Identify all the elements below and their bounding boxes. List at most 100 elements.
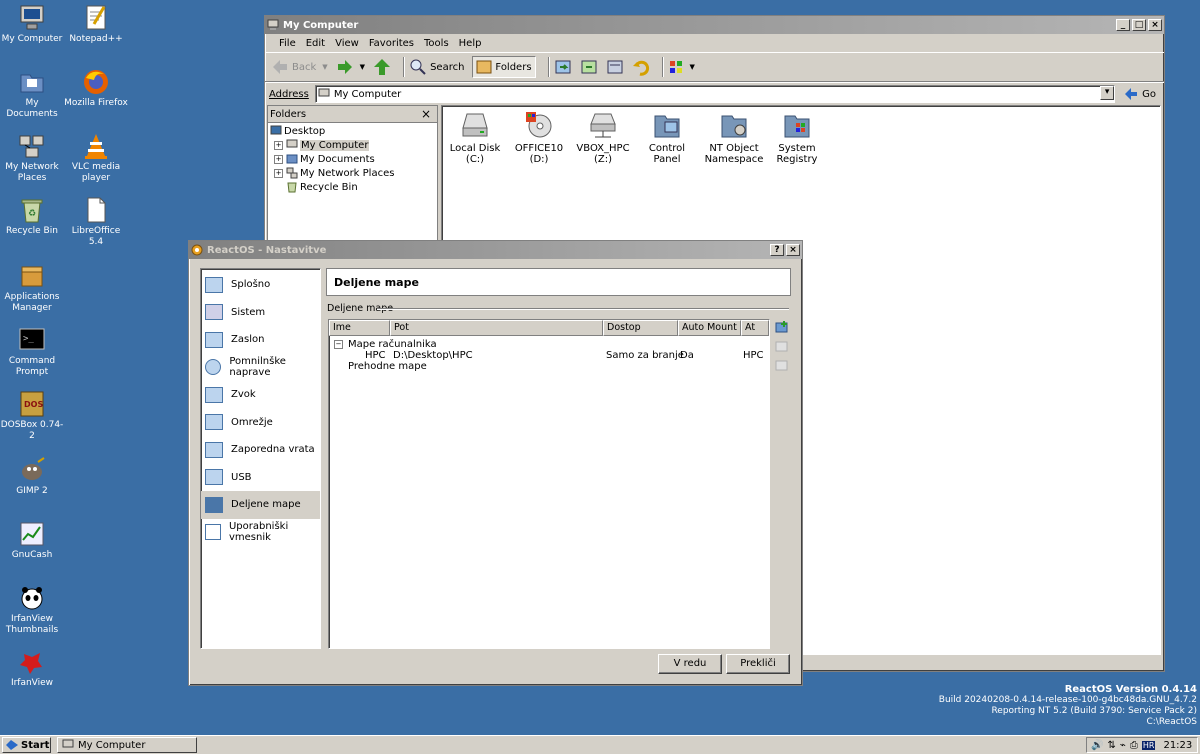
usb-icon[interactable]: ⌁ <box>1120 740 1126 751</box>
desktop-icon-irfanview[interactable]: IrfanView <box>0 648 64 689</box>
menu-tools[interactable]: Tools <box>424 38 449 49</box>
undo-button[interactable] <box>632 58 650 76</box>
taskbar-button-my-computer[interactable]: My Computer <box>57 737 197 753</box>
computer-icon <box>286 139 298 148</box>
folder-tree-item[interactable]: + My Documents <box>274 153 375 165</box>
row-access: Samo za branje <box>606 350 684 361</box>
nav-item-display[interactable]: Zaslon <box>201 326 320 354</box>
nav-item-storage[interactable]: Pomnilnške naprave <box>201 354 320 382</box>
desktop-icon-network[interactable]: My Network Places <box>0 132 64 184</box>
help-button[interactable]: ? <box>770 244 784 256</box>
folders-button[interactable]: Folders <box>472 56 536 78</box>
undo-icon <box>632 60 649 76</box>
nav-item-general[interactable]: Splošno <box>201 271 320 299</box>
column-header-access[interactable]: Dostop <box>603 320 678 336</box>
usb-icon <box>205 469 223 486</box>
desktop-icon-label: Recycle Bin <box>6 226 58 236</box>
shared-folders-list: Ime Pot Dostop Auto Mount At − Mape raču… <box>328 319 770 649</box>
volume-icon[interactable]: 🔊 <box>1091 740 1103 751</box>
nav-item-system[interactable]: Sistem <box>201 299 320 327</box>
menu-file[interactable]: File <box>279 38 296 49</box>
menu-edit[interactable]: Edit <box>306 38 325 49</box>
nav-item-serial-ports[interactable]: Zaporedna vrata <box>201 436 320 464</box>
column-header-auto-mount[interactable]: Auto Mount <box>678 320 741 336</box>
desktop-icon-label: GIMP 2 <box>16 486 48 496</box>
tree-group-machine[interactable]: − Mape računalnika <box>334 339 437 350</box>
start-button[interactable]: Start <box>2 737 51 753</box>
network-icon[interactable]: ⇅ <box>1107 740 1115 751</box>
up-button[interactable] <box>373 58 391 76</box>
desktop-icon-applications-manager[interactable]: Applications Manager <box>0 262 64 314</box>
column-header-at[interactable]: At <box>741 320 769 336</box>
menu-view[interactable]: View <box>335 38 359 49</box>
move-to-button[interactable] <box>554 58 572 76</box>
folder-item[interactable]: Control Panel <box>638 110 696 165</box>
folder-tree-item[interactable]: Desktop <box>270 125 325 137</box>
delete-button[interactable] <box>606 58 624 76</box>
remove-shared-folder-button[interactable] <box>775 358 789 372</box>
column-header-name[interactable]: Ime <box>329 320 390 336</box>
nav-item-audio[interactable]: Zvok <box>201 381 320 409</box>
folder-item[interactable]: System Registry <box>768 110 826 165</box>
desktop-icon-vlc[interactable]: VLC media player <box>64 132 128 184</box>
folders-pane-close-button[interactable]: × <box>421 107 431 121</box>
expand-icon[interactable]: + <box>274 140 283 150</box>
drive-item[interactable]: VBOX_HPC (Z:) <box>574 110 632 165</box>
nav-item-usb[interactable]: USB <box>201 464 320 492</box>
copy-to-button[interactable] <box>580 58 598 76</box>
computer-icon <box>267 19 279 30</box>
back-button[interactable]: Back ▼ <box>271 58 328 76</box>
desktop-icon-irfanview-thumbnails[interactable]: IrfanView Thumbnails <box>0 584 64 636</box>
network-icon <box>205 414 223 431</box>
desktop-icon-firefox[interactable]: Mozilla Firefox <box>64 68 128 109</box>
maximize-button[interactable]: □ <box>1132 19 1146 31</box>
desktop-icon-libreoffice[interactable]: LibreOffice 5.4 <box>64 196 128 248</box>
desktop-icon-gnucash[interactable]: GnuCash <box>0 520 64 561</box>
close-button[interactable]: × <box>1148 19 1162 31</box>
menu-help[interactable]: Help <box>459 38 482 49</box>
desktop-icon-my-computer[interactable]: My Computer <box>0 4 64 45</box>
menu-favorites[interactable]: Favorites <box>369 38 414 49</box>
desktop-icon-dosbox[interactable]: DOS DOSBox 0.74-2 <box>0 390 64 442</box>
ok-button[interactable]: V redu <box>658 654 722 674</box>
minimize-button[interactable]: _ <box>1116 19 1130 31</box>
collapse-icon[interactable]: − <box>334 340 343 349</box>
address-input[interactable]: My Computer ▾ <box>314 85 1116 103</box>
explorer-titlebar[interactable]: My Computer _ □ × <box>265 16 1164 34</box>
system-tray: 🔊 ⇅ ⌁ ⎙ HR 21:23 <box>1086 737 1198 753</box>
cancel-button[interactable]: Prekliči <box>726 654 790 674</box>
dialog-close-button[interactable]: × <box>786 244 800 256</box>
chart-icon <box>18 520 46 548</box>
dialog-titlebar[interactable]: ReactOS - Nastavitve ? × <box>189 241 802 259</box>
folder-item[interactable]: NT Object Namespace <box>702 110 766 165</box>
language-indicator[interactable]: HR <box>1141 740 1156 750</box>
folder-tree-item[interactable]: Recycle Bin <box>286 181 358 193</box>
views-button[interactable]: ▼ <box>668 59 695 75</box>
desktop-icon-gimp[interactable]: GIMP 2 <box>0 456 64 497</box>
search-button[interactable]: Search <box>409 58 464 76</box>
go-button[interactable]: Go <box>1123 87 1156 101</box>
drive-item[interactable]: Local Disk (C:) <box>446 110 504 165</box>
add-shared-folder-button[interactable] <box>775 320 789 334</box>
expand-icon[interactable]: + <box>274 168 283 178</box>
desktop-icon-my-documents[interactable]: My Documents <box>0 68 64 120</box>
expand-icon[interactable]: + <box>274 154 283 164</box>
version-info: ReactOS Version 0.4.14 Build 20240208-0.… <box>939 684 1197 728</box>
nav-item-shared-folders[interactable]: Deljene mape <box>201 491 320 519</box>
desktop-icon-recycle-bin[interactable]: ♻ Recycle Bin <box>0 196 64 237</box>
desktop-icon-notepad[interactable]: Notepad++ <box>64 4 128 45</box>
tree-group-transient[interactable]: Prehodne mape <box>348 361 427 372</box>
folder-tree-item[interactable]: + My Computer <box>274 139 370 151</box>
edit-shared-folder-button[interactable] <box>775 339 789 353</box>
address-dropdown-button[interactable]: ▾ <box>1100 86 1115 100</box>
nav-item-user-interface[interactable]: Uporabniški vmesnik <box>201 519 320 547</box>
desktop-icon-command-prompt[interactable]: >_ Command Prompt <box>0 326 64 378</box>
clock[interactable]: 21:23 <box>1163 740 1192 751</box>
folder-tree-item[interactable]: + My Network Places <box>274 167 394 179</box>
group-divider <box>377 308 789 310</box>
printer-icon[interactable]: ⎙ <box>1130 740 1138 751</box>
drive-item[interactable]: OFFICE10 (D:) <box>510 110 568 165</box>
nav-item-network[interactable]: Omrežje <box>201 409 320 437</box>
forward-button[interactable]: ▼ <box>336 58 365 76</box>
column-header-path[interactable]: Pot <box>390 320 603 336</box>
